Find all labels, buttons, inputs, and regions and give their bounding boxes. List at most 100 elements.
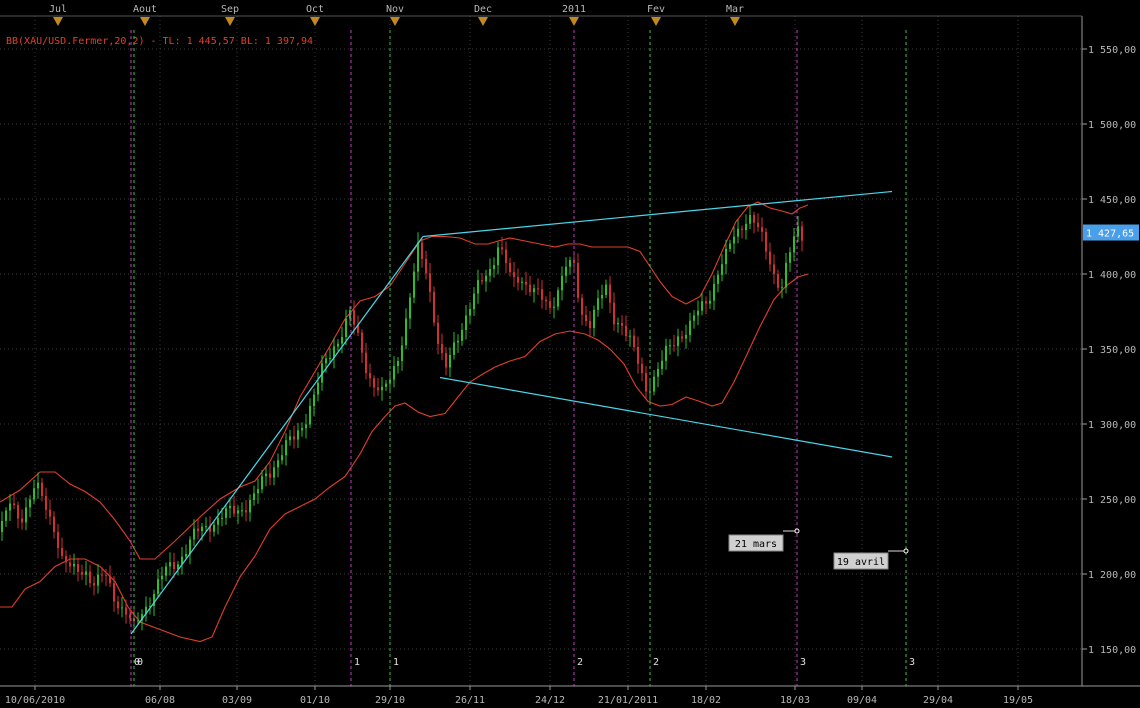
candle-bear	[173, 562, 175, 570]
candle-bull	[697, 310, 699, 316]
candle-bull	[417, 242, 419, 272]
candle-bull	[341, 336, 343, 344]
candle-bear	[197, 528, 199, 532]
candle-bear	[49, 509, 51, 517]
candle-bear	[21, 518, 23, 523]
candle-bull	[285, 440, 287, 456]
candle-bear	[373, 378, 375, 388]
candle-bear	[609, 284, 611, 303]
candle-bull	[157, 579, 159, 594]
candle-bear	[769, 251, 771, 265]
candle-bear	[65, 556, 67, 563]
x-tick-label: 10/06/2010	[5, 695, 65, 706]
candle-bear	[129, 614, 131, 619]
annotation-label-march: 21 mars	[735, 539, 777, 550]
candle-bull	[201, 526, 203, 532]
candle-bull	[217, 518, 219, 525]
cycle-label: 0	[137, 657, 143, 668]
candle-bull	[477, 280, 479, 294]
candle-bear	[93, 583, 95, 586]
candle-bull	[677, 336, 679, 346]
candle-bull	[789, 252, 791, 263]
candle-bear	[113, 583, 115, 602]
candle-bull	[169, 562, 171, 567]
candle-bull	[453, 342, 455, 355]
candle-bull	[337, 343, 339, 347]
candle-bear	[13, 503, 15, 506]
candle-bull	[489, 268, 491, 276]
candle-bear	[445, 353, 447, 368]
y-tick-label: 1 250,00	[1088, 495, 1136, 506]
y-tick-label: 1 550,00	[1088, 45, 1136, 56]
candle-bull	[605, 284, 607, 295]
chart-background	[0, 0, 1140, 708]
candle-bull	[229, 505, 231, 509]
candle-bull	[553, 306, 555, 308]
candle-bull	[313, 394, 315, 406]
candle-bull	[193, 528, 195, 540]
price-chart[interactable]: 00 1 1 2 2 3 3 Jul Aout Sep Oct Nov Dec 2011 Fev Mar 1…	[0, 0, 1140, 708]
candle-bull	[593, 309, 595, 328]
x-tick-label: 01/10	[300, 695, 330, 706]
candle-bull	[265, 473, 267, 477]
candle-bull	[317, 382, 319, 395]
candle-bear	[645, 373, 647, 392]
candle-bear	[109, 575, 111, 584]
candle-bear	[481, 280, 483, 282]
candle-bull	[533, 288, 535, 293]
candle-bull	[5, 510, 7, 521]
candle-bull	[709, 300, 711, 304]
candle-bear	[377, 387, 379, 391]
candle-bull	[161, 575, 163, 580]
candle-bull	[329, 357, 331, 359]
y-tick-label: 1 500,00	[1088, 120, 1136, 131]
candle-bull	[121, 607, 123, 609]
candle-bear	[537, 288, 539, 290]
x-tick-label: 18/03	[780, 695, 810, 706]
candle-bull	[297, 430, 299, 440]
candle-bear	[69, 562, 71, 567]
candle-bull	[273, 467, 275, 478]
candle-bear	[245, 510, 247, 513]
candle-bull	[597, 298, 599, 310]
candle-bull	[729, 243, 731, 249]
candle-bear	[641, 363, 643, 374]
candle-bull	[345, 318, 347, 337]
month-label: Sep	[221, 4, 239, 15]
candle-bull	[309, 406, 311, 425]
candle-bear	[45, 496, 47, 510]
candle-bear	[421, 242, 423, 259]
candle-bull	[713, 283, 715, 301]
month-label: Mar	[726, 4, 744, 15]
candle-bull	[225, 508, 227, 518]
candle-bear	[621, 323, 623, 326]
candle-bear	[441, 344, 443, 353]
candle-bull	[405, 318, 407, 346]
x-tick-label: 29/04	[923, 695, 953, 706]
candle-bull	[793, 236, 795, 253]
candle-bull	[521, 281, 523, 283]
candle-bull	[749, 215, 751, 224]
candle-bull	[465, 315, 467, 330]
candle-bull	[73, 564, 75, 567]
x-tick-label: 24/12	[535, 695, 565, 706]
candle-bull	[569, 260, 571, 267]
candle-bull	[693, 315, 695, 321]
candle-bull	[469, 309, 471, 316]
candle-bull	[689, 320, 691, 335]
x-tick-label: 29/10	[375, 695, 405, 706]
candle-bull	[85, 571, 87, 575]
cycle-label: 1	[354, 657, 360, 668]
candle-bear	[777, 274, 779, 288]
candle-bear	[525, 281, 527, 285]
candle-bear	[633, 335, 635, 348]
candle-bear	[705, 301, 707, 304]
candle-bear	[589, 321, 591, 329]
candle-bull	[401, 345, 403, 361]
candle-bull	[385, 383, 387, 387]
candle-bull	[733, 236, 735, 244]
candle-bull	[1, 521, 3, 532]
y-tick-label: 1 350,00	[1088, 345, 1136, 356]
candle-bear	[89, 571, 91, 584]
candle-bull	[221, 517, 223, 519]
